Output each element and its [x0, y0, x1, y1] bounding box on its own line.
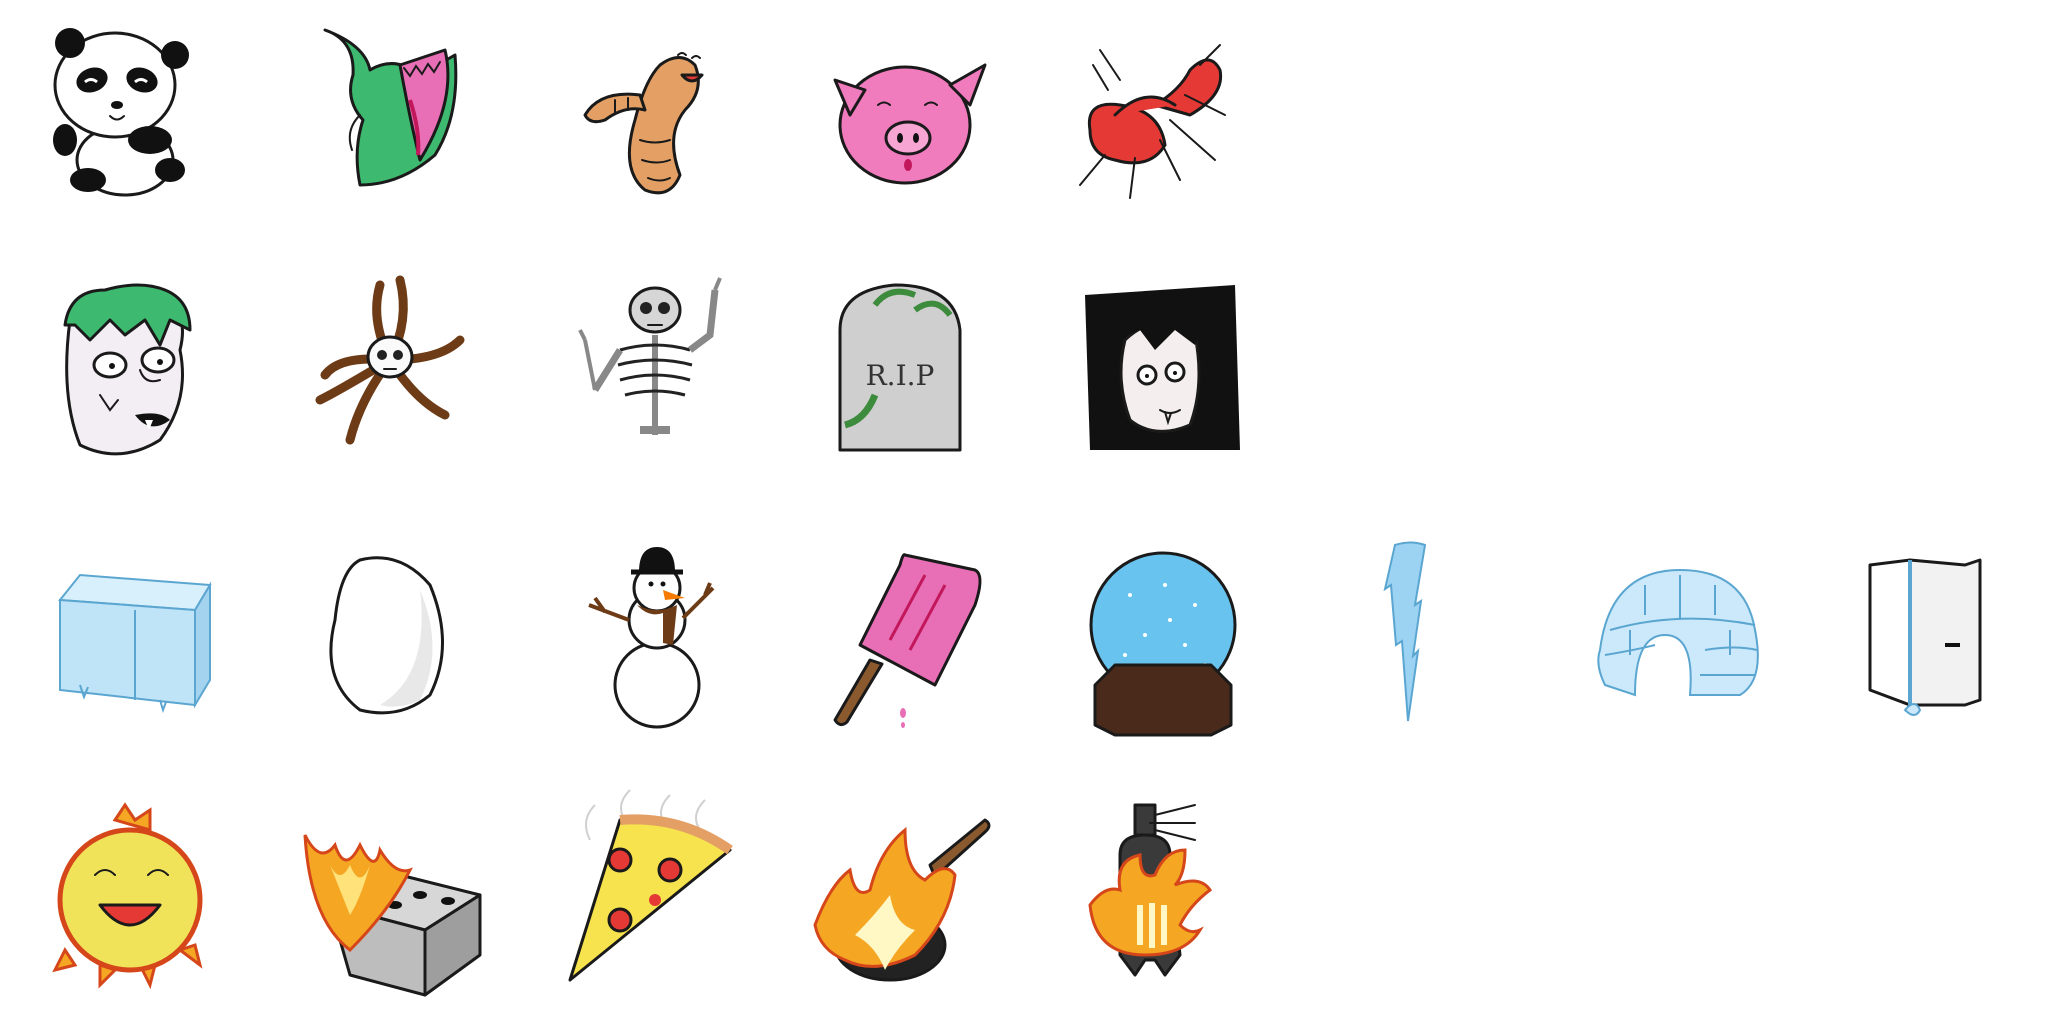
vampire-icon [1075, 270, 1255, 460]
ice-block-icon [40, 540, 220, 730]
skull-vines-icon [300, 265, 480, 455]
snow-globe-icon [1075, 545, 1255, 737]
sun-icon [40, 800, 220, 990]
panda-icon [30, 10, 210, 200]
gravestone-epitaph: R.I.P [866, 359, 935, 392]
popsicle-icon [815, 545, 995, 735]
zombie-head-icon [40, 270, 220, 460]
gravestone-icon: R.I.P [815, 265, 995, 455]
worm-icon [560, 20, 740, 210]
flaming-pan-icon [810, 805, 991, 995]
igloo-icon [1590, 550, 1770, 740]
pizza-slice-icon [560, 789, 740, 990]
icicle-icon [1340, 535, 1520, 725]
burning-stove-icon [300, 805, 482, 997]
fridge-icon [1860, 545, 2040, 735]
skeleton-icon [560, 265, 740, 455]
crocodile-icon [300, 10, 480, 200]
sprite-sheet: R.I.P [0, 0, 2048, 1024]
snowball-icon [300, 540, 480, 730]
wood-stove-fire-icon [1080, 795, 1260, 985]
ant-icon [1060, 20, 1240, 210]
snowman-icon [565, 540, 745, 730]
pig-icon [810, 20, 990, 210]
